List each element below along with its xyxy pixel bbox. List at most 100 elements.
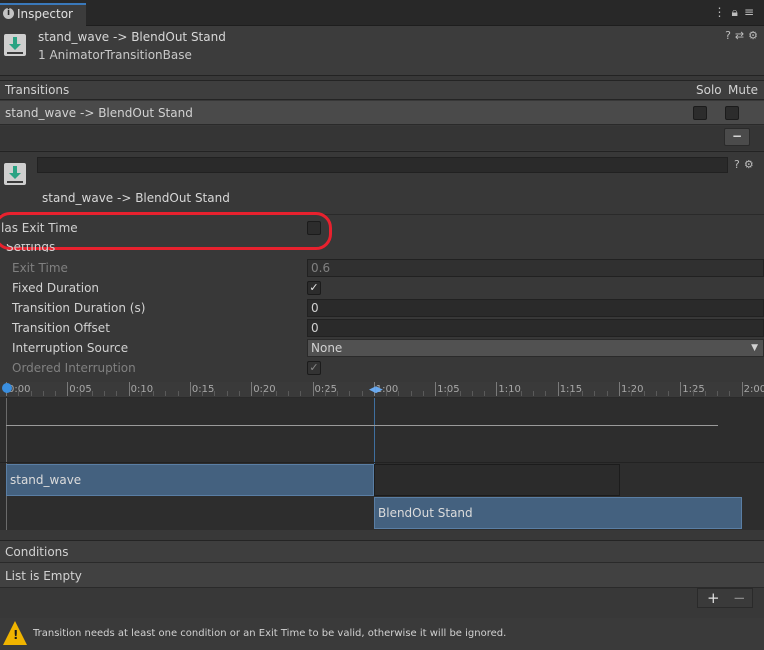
info-icon: i [3,8,14,19]
inspector-header: stand_wave -> BlendOut Stand 1 AnimatorT… [0,26,764,76]
minor-tick [717,391,719,396]
ordered-interruption-checkbox[interactable]: ✓ [307,361,321,375]
transition-detail-label: stand_wave -> BlendOut Stand [42,191,230,205]
fixed-duration-checkbox[interactable]: ✓ [307,281,321,295]
tick-mark [435,382,437,396]
track-label: stand_wave [10,473,82,487]
timeline-transition-line [374,398,375,464]
minor-tick [55,391,57,396]
header-title: stand_wave -> BlendOut Stand [38,30,226,44]
minor-tick [447,391,449,396]
add-condition-button[interactable]: + [707,589,720,607]
chevron-down-icon: ▼ [751,343,758,353]
minor-tick [668,391,670,396]
exit-time-field[interactable]: 0.6 [307,259,764,277]
interruption-source-label: Interruption Source [12,341,129,355]
track-stand-wave-tail [374,464,620,496]
minor-tick [300,391,302,396]
solo-toggle[interactable] [693,106,707,120]
minor-tick [422,391,424,396]
minor-tick [606,391,608,396]
ordered-interruption-label: Ordered Interruption [12,361,136,375]
interruption-source-value: None [311,341,343,355]
tick-mark [557,382,559,396]
tab-title: Inspector [17,7,73,21]
tick-mark [312,382,314,396]
more-icon[interactable]: ⋮ [714,5,732,19]
minor-tick [214,391,216,396]
track-stand-wave[interactable]: stand_wave [6,464,374,496]
minor-tick [471,391,473,396]
minor-tick [398,391,400,396]
lock-icon[interactable]: 🔒︎ [732,5,744,19]
solo-label: Solo [696,83,722,97]
warning-bar: ! Transition needs at least one conditio… [0,618,764,650]
minor-tick [153,391,155,396]
transition-icon [4,34,26,56]
minor-tick [520,391,522,396]
minor-tick [91,391,93,396]
help-icon[interactable]: ? [725,29,735,42]
minor-tick [275,391,277,396]
minor-tick [18,391,20,396]
transition-duration-field[interactable]: 0 [307,299,764,317]
preset-icon[interactable]: ⇄ [735,29,748,42]
gear-icon[interactable]: ⚙ [744,158,758,171]
settings-foldout[interactable]: Settings [6,244,55,252]
minor-tick [704,391,706,396]
warning-icon-mark: ! [13,628,19,642]
minor-tick [459,391,461,396]
mute-toggle[interactable] [725,106,739,120]
minor-tick [533,391,535,396]
tick-mark [619,382,620,396]
remove-transition-button[interactable]: − [724,128,750,146]
warning-text: Transition needs at least one condition … [33,628,507,639]
transition-row-label: stand_wave -> BlendOut Stand [5,106,193,120]
transition-offset-label: Transition Offset [12,321,110,335]
minor-tick [104,391,106,396]
conditions-footer: + − [697,588,753,608]
minor-tick [116,391,118,396]
minor-tick [545,391,547,396]
menu-icon[interactable]: ≡ [744,5,760,19]
tick-mark [741,382,743,396]
transitions-title: Transitions [5,83,70,97]
transition-icon-detail [4,163,26,185]
timeline-start-marker[interactable] [2,383,12,393]
minor-tick [263,391,265,396]
minor-tick [238,391,240,396]
minor-tick [410,391,412,396]
minor-tick [165,391,167,396]
minor-tick [202,391,204,396]
detail-actions: ?⚙ [734,158,758,171]
header-actions: ?⇄⚙ [725,29,762,42]
tick-mark [128,382,130,396]
remove-condition-button[interactable]: − [733,589,746,607]
weight-curve [6,425,718,426]
minor-tick [655,391,657,396]
minor-tick [386,391,388,396]
transition-offset-field[interactable]: 0 [307,319,764,337]
gear-icon[interactable]: ⚙ [748,29,762,42]
tab-bar: i Inspector ⋮🔒︎≡ [0,0,764,26]
conditions-list: List is Empty [0,562,764,588]
tab-inspector[interactable]: i Inspector [0,3,86,26]
transition-name-field[interactable] [37,157,728,173]
transition-duration-label: Transition Duration (s) [12,301,146,315]
minor-tick [569,391,571,396]
track-blendout-stand[interactable]: BlendOut Stand [374,497,742,529]
fixed-duration-label: Fixed Duration [12,281,100,295]
minor-tick [177,391,179,396]
transition-row[interactable]: stand_wave -> BlendOut Stand [0,101,764,125]
minor-tick [594,391,596,396]
tick-mark [189,382,191,396]
mute-label: Mute [728,83,759,97]
minor-tick [42,391,44,396]
timeline-transition-marker[interactable]: ◀▶ [369,385,383,395]
help-icon[interactable]: ? [734,158,744,171]
minor-tick [287,391,289,396]
list-footer: − [0,126,764,150]
divider [0,151,764,152]
interruption-source-dropdown[interactable]: None ▼ [307,339,764,357]
tick-mark [496,382,498,396]
